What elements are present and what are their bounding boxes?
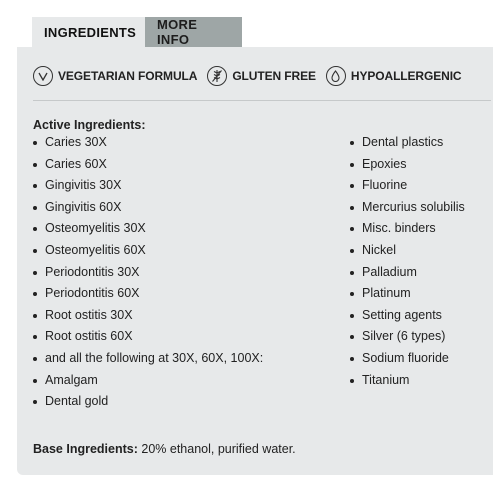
droplet-icon	[325, 66, 346, 86]
list-item: and all the following at 30X, 60X, 100X:	[33, 348, 263, 370]
feature-label: HYPOALLERGENIC	[350, 69, 462, 83]
list-item: Silver (6 types)	[350, 326, 465, 348]
ingredients-list-right: Dental plastics Epoxies Fluorine Mercuri…	[350, 132, 465, 391]
vegetarian-v-icon	[33, 66, 53, 86]
base-ingredients-value: 20% ethanol, purified water.	[141, 442, 296, 456]
tab-ingredients[interactable]: INGREDIENTS	[32, 17, 145, 47]
list-item: Fluorine	[350, 175, 465, 197]
list-item: Misc. binders	[350, 218, 465, 240]
divider	[33, 100, 491, 101]
feature-hypoallergenic: HYPOALLERGENIC	[325, 66, 462, 86]
wheat-icon	[207, 66, 228, 86]
feature-label: VEGETARIAN FORMULA	[58, 69, 198, 83]
list-item: Caries 30X	[33, 132, 263, 154]
list-item: Epoxies	[350, 154, 465, 176]
list-item: Root ostitis 60X	[33, 326, 263, 348]
list-item: Dental gold	[33, 391, 263, 413]
list-item: Platinum	[350, 283, 465, 305]
ingredients-list-left: Caries 30X Caries 60X Gingivitis 30X Gin…	[33, 132, 263, 413]
feature-badges: VEGETARIAN FORMULA GLUTEN FREE HYPOALLER…	[33, 63, 472, 89]
base-ingredients-label: Base Ingredients:	[33, 442, 138, 456]
list-item: Gingivitis 30X	[33, 175, 263, 197]
list-item: Gingivitis 60X	[33, 197, 263, 219]
list-item: Nickel	[350, 240, 465, 262]
feature-label: GLUTEN FREE	[232, 69, 316, 83]
list-item: Palladium	[350, 262, 465, 284]
tab-more-info[interactable]: MORE INFO	[145, 17, 242, 47]
feature-vegetarian: VEGETARIAN FORMULA	[33, 66, 197, 86]
active-ingredients-title: Active Ingredients:	[33, 118, 146, 132]
tab-bar: INGREDIENTS MORE INFO	[32, 17, 242, 47]
ingredients-panel: VEGETARIAN FORMULA GLUTEN FREE HYPOALLER…	[17, 47, 493, 475]
list-item: Sodium fluoride	[350, 348, 465, 370]
list-item: Setting agents	[350, 305, 465, 327]
list-item: Root ostitis 30X	[33, 305, 263, 327]
list-item: Titanium	[350, 370, 465, 392]
list-item: Periodontitis 30X	[33, 262, 263, 284]
base-ingredients: Base Ingredients: 20% ethanol, purified …	[33, 442, 296, 456]
feature-gluten-free: GLUTEN FREE	[207, 66, 316, 86]
list-item: Periodontitis 60X	[33, 283, 263, 305]
list-item: Caries 60X	[33, 154, 263, 176]
list-item: Dental plastics	[350, 132, 465, 154]
list-item: Mercurius solubilis	[350, 197, 465, 219]
list-item: Osteomyelitis 30X	[33, 218, 263, 240]
list-item: Amalgam	[33, 370, 263, 392]
list-item: Osteomyelitis 60X	[33, 240, 263, 262]
